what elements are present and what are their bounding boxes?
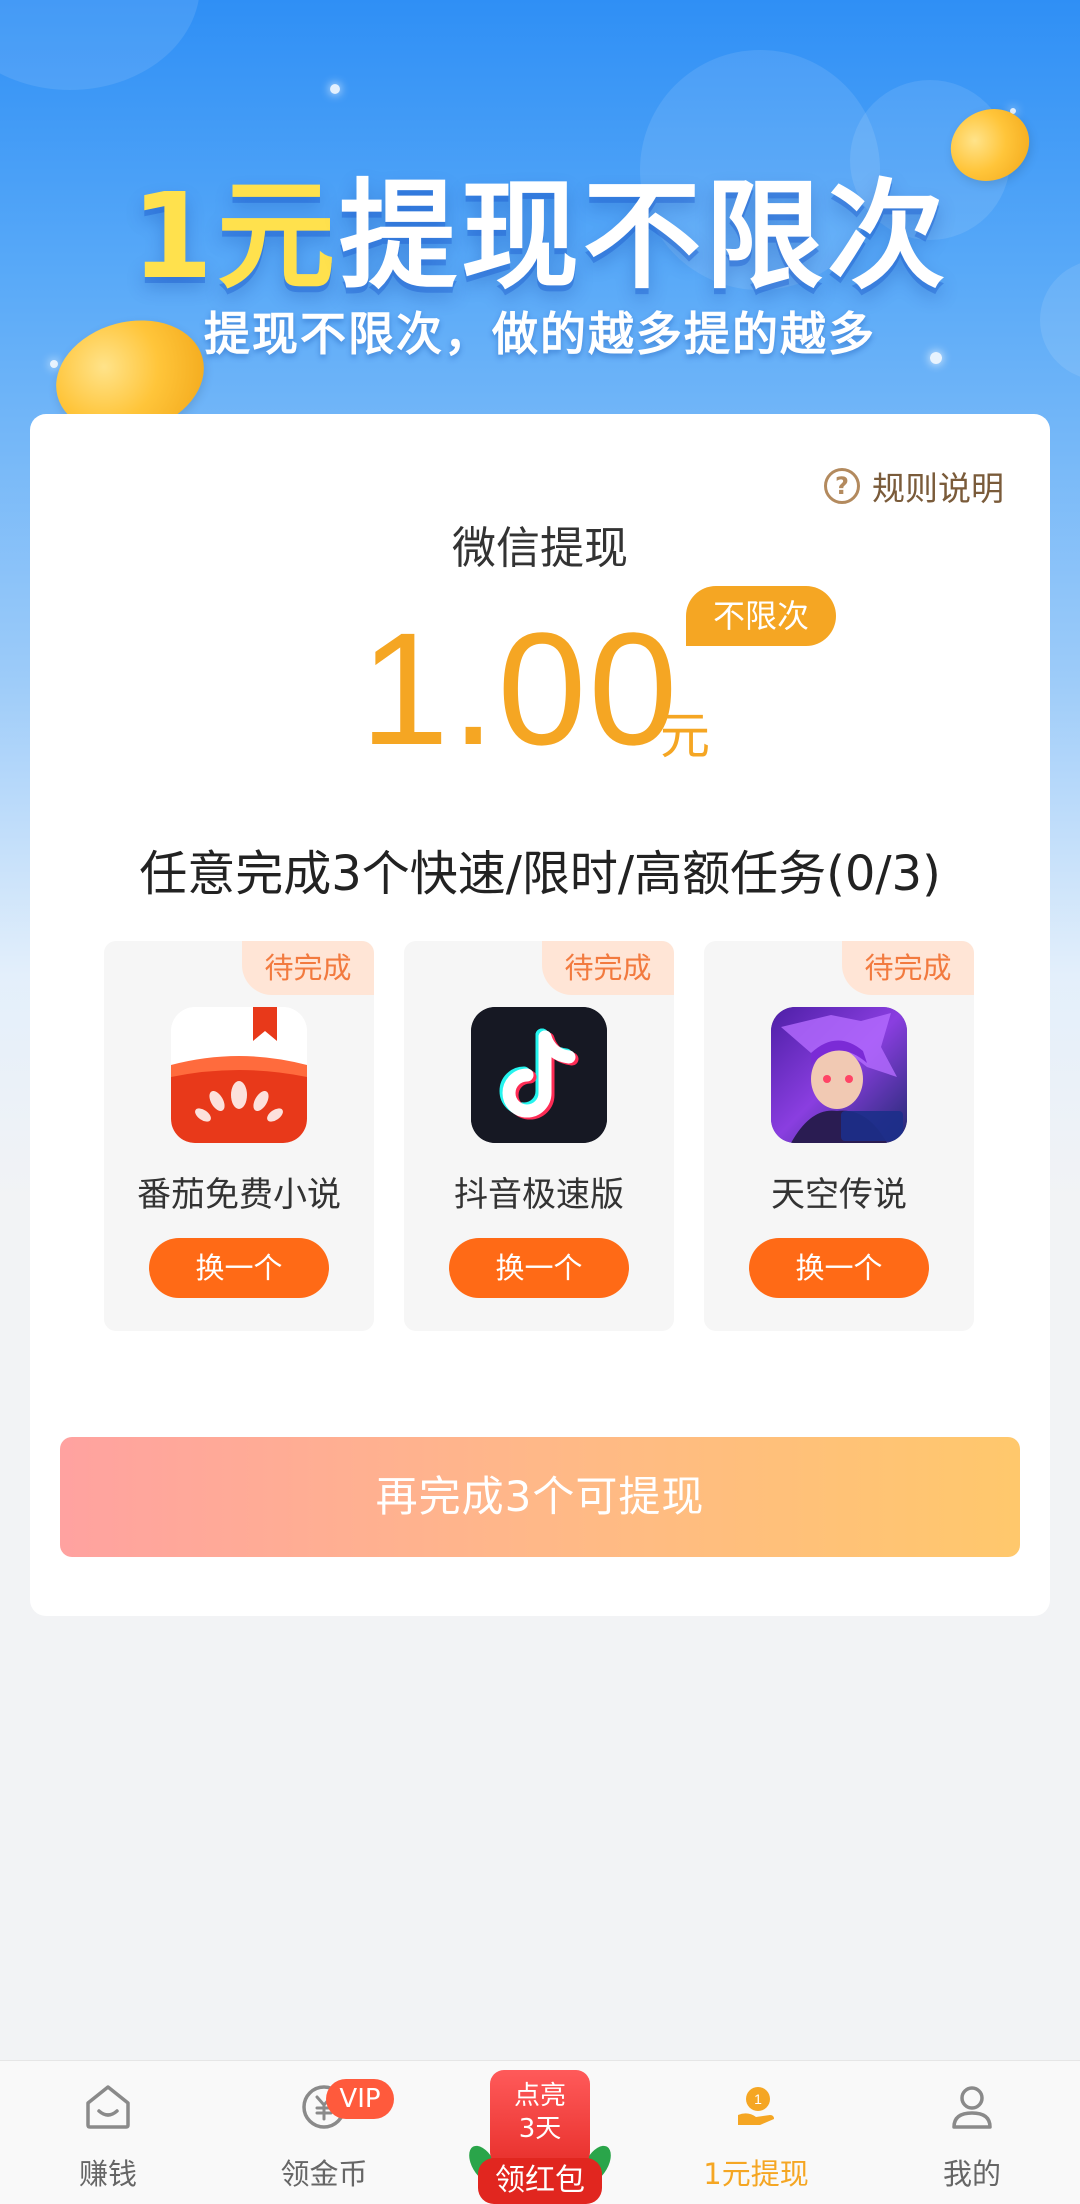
douyin-lite-app-icon [471,1007,607,1143]
tab-profile[interactable]: 我的 [864,2061,1080,2204]
swap-task-button[interactable]: 换一个 [149,1238,329,1298]
headline-rest: 提现不限次 [339,167,950,305]
banner-subline: 提现不限次，做的越多提的越多 [204,307,876,361]
banner-headline: 1元提现不限次 [0,140,1080,311]
headline-accent: 1元 [130,167,340,305]
limit-badge: 不限次 [686,586,836,646]
method-title: 微信提现 [452,523,628,574]
task-status-badge: 待完成 [542,941,674,995]
tab-withdraw[interactable]: 1 1元提现 [648,2061,864,2204]
house-icon [86,2085,130,2129]
withdraw-coin-icon: 1 [738,2087,774,2125]
tiankong-legend-app-icon [771,1007,907,1143]
task-card[interactable]: 待完成 抖音极速版 换一个 [404,941,674,1331]
vip-badge: VIP [326,2079,394,2119]
amount-display: 1.00 元 [30,604,1050,774]
withdraw-cta-button[interactable]: 再完成3个可提现 [60,1437,1020,1557]
tab-label: 1元提现 [703,2157,809,2191]
fanqie-novel-app-icon [171,1007,307,1143]
task-card[interactable]: 待完成 番茄免费小说 换一个 [104,941,374,1331]
tab-label: 赚钱 [78,2157,137,2191]
task-status-badge: 待完成 [842,941,974,995]
promo-body: 点亮 3天 [490,2070,590,2166]
swap-task-button[interactable]: 换一个 [749,1238,929,1298]
rules-label: 规则说明 [872,469,1004,508]
task-app-name: 天空传说 [771,1175,907,1215]
swap-task-button[interactable]: 换一个 [449,1238,629,1298]
rules-link[interactable]: ? 规则说明 [824,462,1004,510]
promo-line2: 3天 [518,2114,562,2144]
task-title: 任意完成3个快速/限时/高额任务(0/3) [139,846,941,902]
red-packet-promo-button[interactable]: 点亮 3天 领红包 [463,2070,617,2204]
tab-label: 我的 [942,2157,1001,2191]
task-card[interactable]: 待完成 天空传说 换一个 [704,941,974,1331]
task-status-badge: 待完成 [242,941,374,995]
amount-unit: 元 [660,707,710,765]
tab-earn[interactable]: 赚钱 [0,2061,216,2204]
task-app-name: 番茄免费小说 [137,1175,341,1215]
task-app-name: 抖音极速版 [454,1175,624,1215]
task-list: 待完成 番茄免费小说 换一个 待完成 抖音极速版 换一个 待完成 天空传说 换一… [104,941,1004,1331]
tab-coins[interactable]: VIP 领金币 [216,2061,432,2204]
withdraw-card: ? 规则说明 微信提现 1.00 元 不限次 任意完成3个快速/限时/高额任务(… [30,414,1050,1616]
promo-banner: 领红包 [478,2158,602,2204]
question-circle-icon: ? [824,468,860,504]
user-icon [952,2086,992,2129]
tab-label: 领金币 [280,2157,368,2191]
amount-value: 1.00 [360,599,680,778]
svg-text:1: 1 [754,2091,762,2107]
promo-line1: 点亮 [513,2081,566,2111]
